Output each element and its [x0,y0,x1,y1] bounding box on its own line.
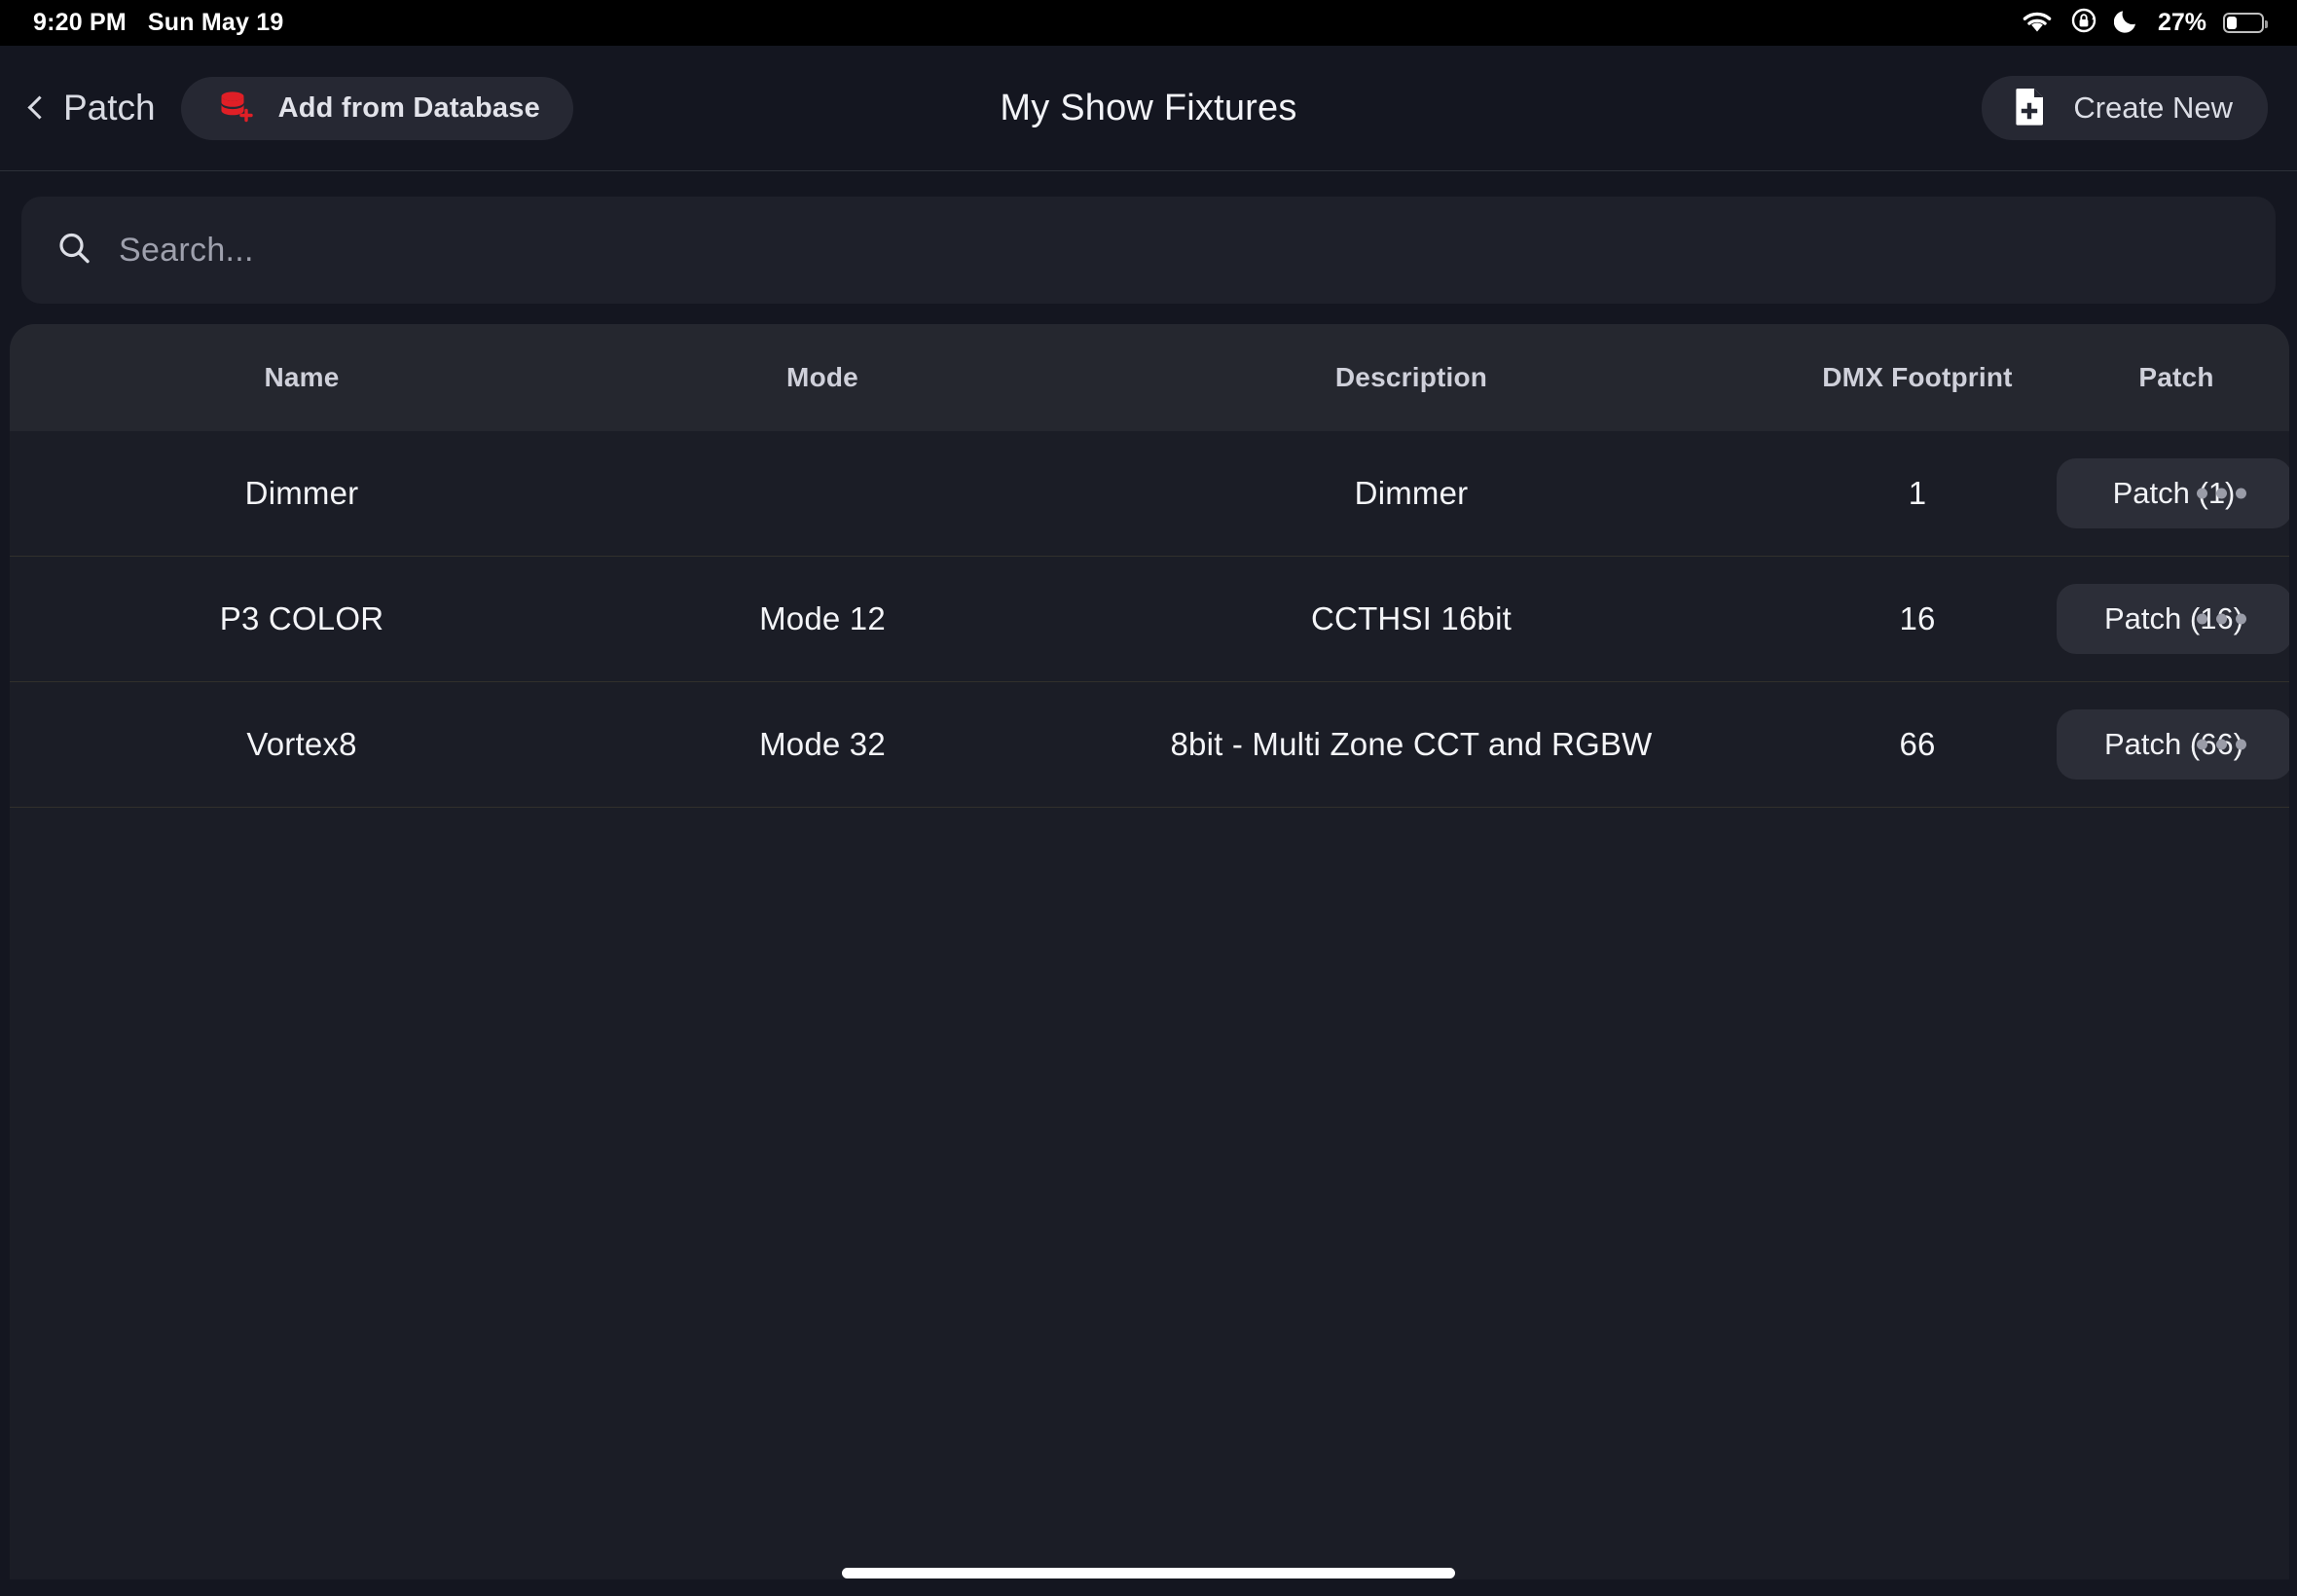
column-header-name[interactable]: Name [10,362,594,393]
cell-description: CCTHSI 16bit [1051,600,1771,637]
cell-description: Dimmer [1051,475,1771,512]
cell-name: P3 COLOR [10,600,594,637]
battery-icon [2223,13,2264,33]
create-new-label: Create New [2073,91,2233,126]
row-more-options-button[interactable] [2183,722,2260,768]
battery-percent-label: 27% [2158,9,2206,37]
column-header-mode[interactable]: Mode [594,362,1051,393]
search-icon [56,231,91,271]
search-input[interactable]: Search... [21,197,2276,304]
cell-name: Vortex8 [10,726,594,763]
back-button[interactable]: Patch [31,88,162,128]
status-bar: 9:20 PM Sun May 19 [0,0,2297,46]
chevron-left-icon [27,95,51,119]
home-indicator[interactable] [842,1568,1455,1578]
status-bar-time: 9:20 PM [33,9,127,37]
add-from-database-button[interactable]: Add from Database [181,77,573,140]
column-header-description[interactable]: Description [1051,362,1771,393]
row-more-options-button[interactable] [2183,597,2260,642]
cell-dmx-footprint: 66 [1771,726,2063,763]
table-header-row: Name Mode Description DMX Footprint Patc… [10,324,2289,431]
cell-dmx-footprint: 1 [1771,475,2063,512]
nav-bar: Patch Add from Database My Show Fixtures [0,46,2297,171]
cell-mode: Mode 32 [594,726,1051,763]
back-button-label: Patch [63,88,156,128]
do-not-disturb-moon-icon [2114,8,2139,38]
cell-mode: Mode 12 [594,600,1051,637]
add-from-database-label: Add from Database [278,92,540,125]
status-bar-left: 9:20 PM Sun May 19 [33,9,283,37]
table-row[interactable]: P3 COLOR Mode 12 CCTHSI 16bit 16 Patch (… [10,557,2289,682]
column-header-patch[interactable]: Patch [2063,362,2289,393]
fixtures-table: Name Mode Description DMX Footprint Patc… [10,324,2289,1579]
wifi-icon [2021,8,2054,38]
table-row[interactable]: Vortex8 Mode 32 8bit - Multi Zone CCT an… [10,682,2289,808]
nav-bar-left: Patch Add from Database [31,46,573,170]
app-root: 9:20 PM Sun May 19 [0,0,2297,1596]
cell-dmx-footprint: 16 [1771,600,2063,637]
rotation-lock-icon [2070,7,2097,39]
nav-bar-right: Create New [1982,46,2268,170]
status-bar-date: Sun May 19 [148,9,284,37]
create-new-button[interactable]: Create New [1982,76,2268,140]
column-header-dmx-footprint[interactable]: DMX Footprint [1771,362,2063,393]
database-plus-icon [214,85,257,132]
document-plus-icon [2011,85,2050,132]
table-row[interactable]: Dimmer Dimmer 1 Patch (1) [10,431,2289,557]
row-more-options-button[interactable] [2183,471,2260,517]
search-placeholder: Search... [119,232,254,270]
cell-description: 8bit - Multi Zone CCT and RGBW [1051,726,1771,763]
cell-name: Dimmer [10,475,594,512]
status-bar-right: 27% [2021,7,2264,39]
